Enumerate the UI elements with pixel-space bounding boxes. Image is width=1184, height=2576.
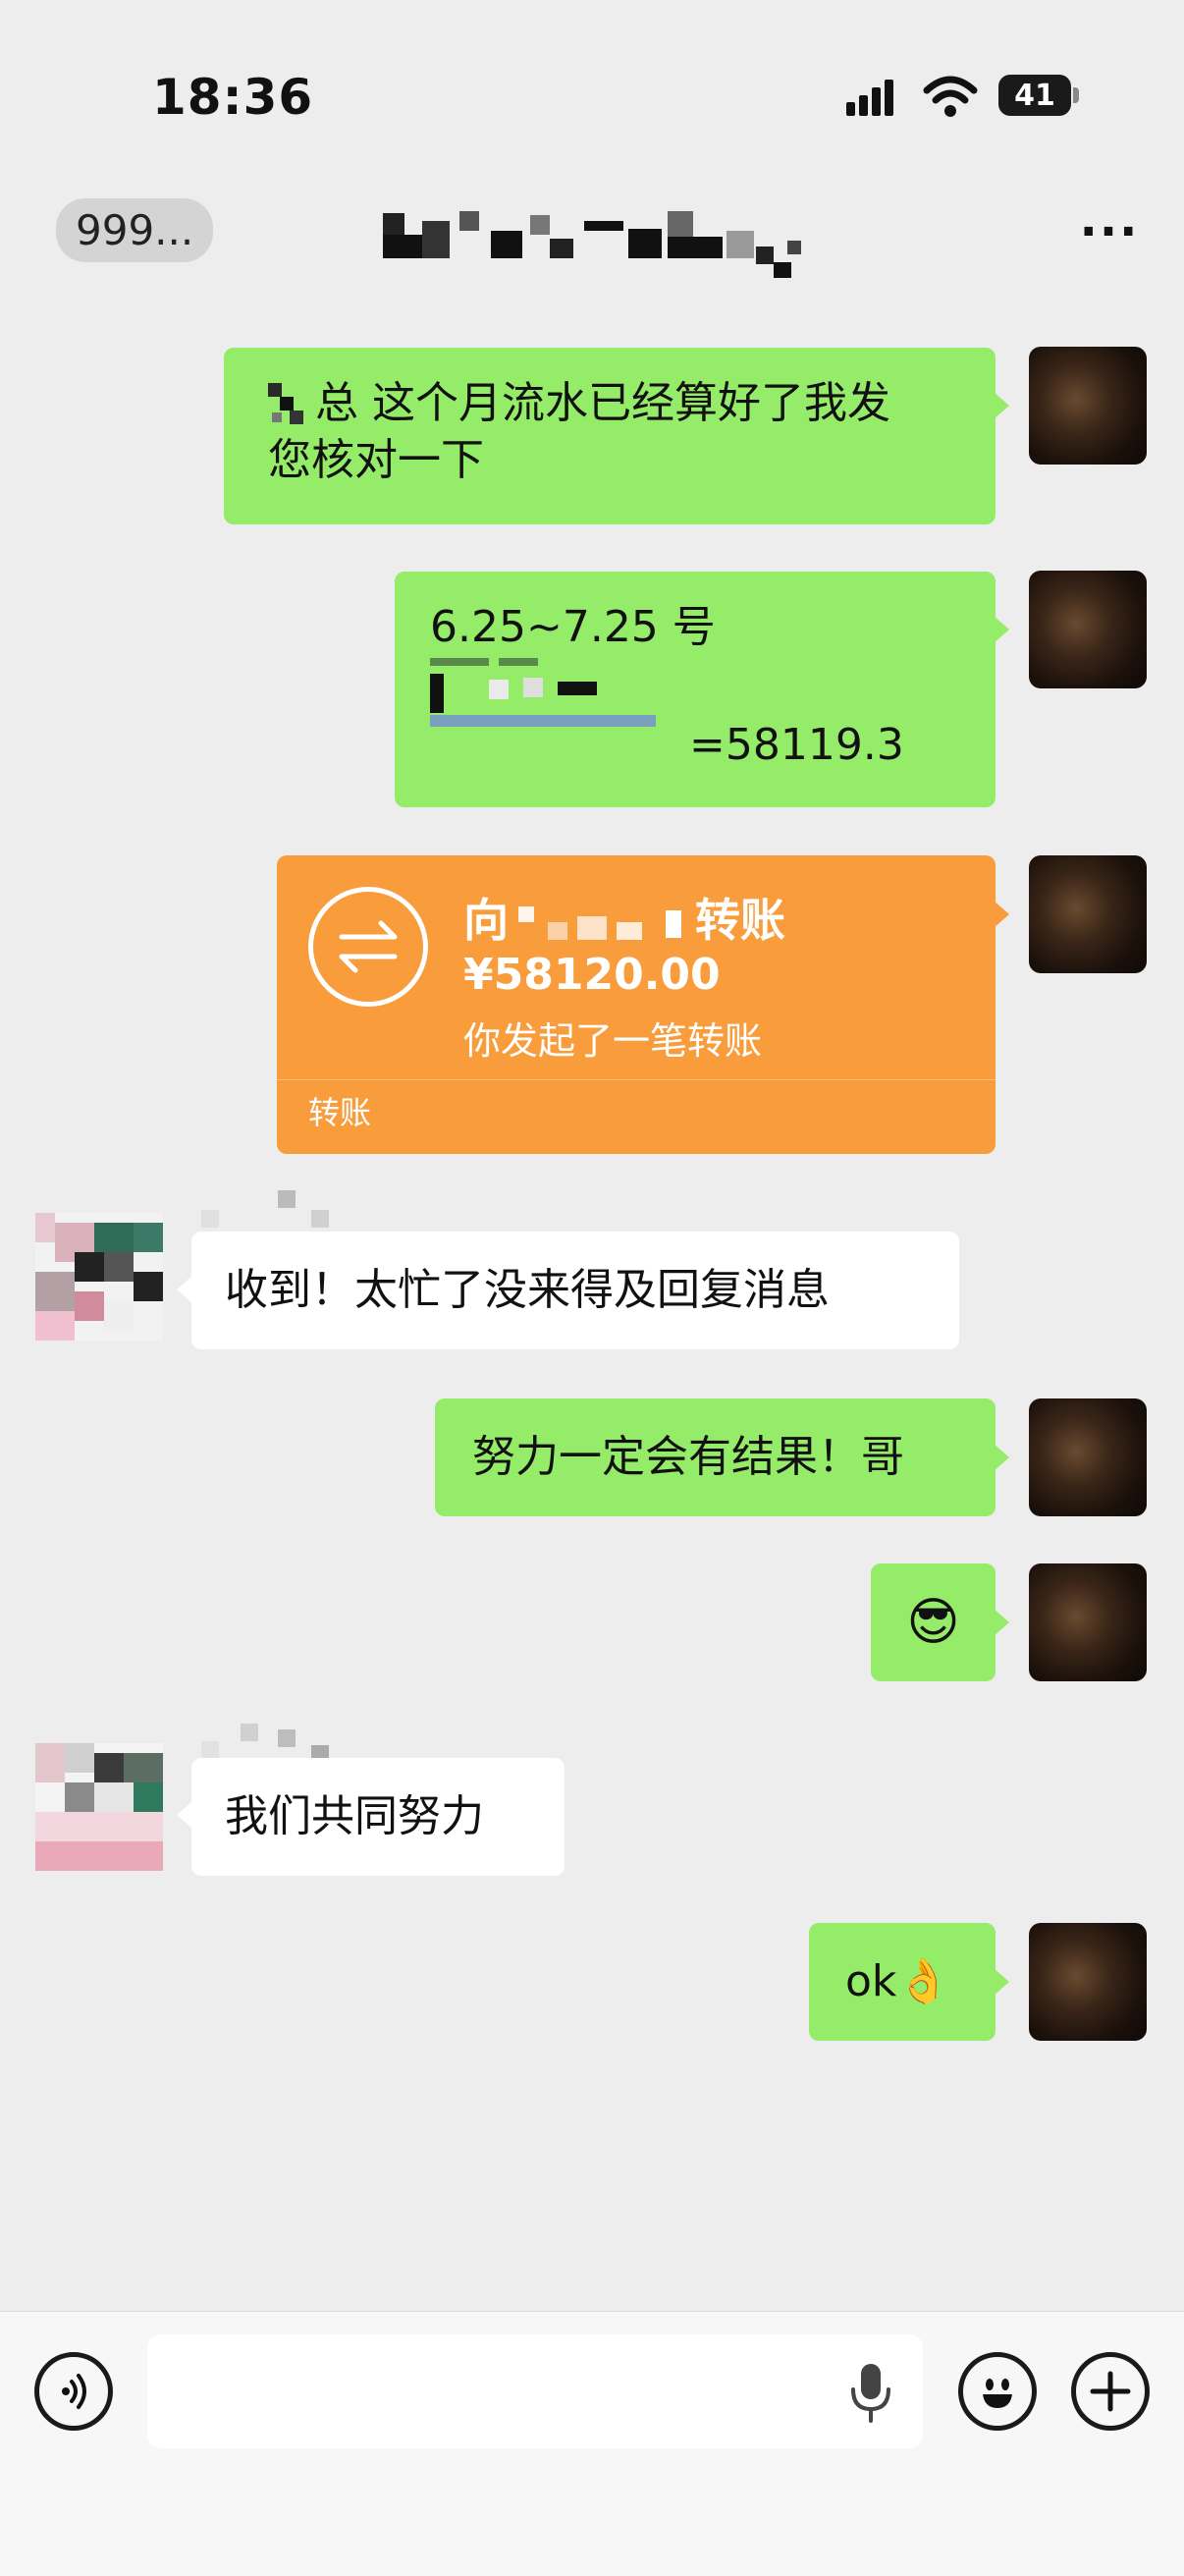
avatar-self[interactable] <box>1029 1563 1147 1681</box>
message-bubble[interactable]: 收到！太忙了没来得及回复消息 <box>191 1232 959 1349</box>
bubble-tail <box>994 616 1009 643</box>
transfer-divider <box>277 1079 996 1080</box>
emoji-button[interactable] <box>958 2352 1037 2431</box>
bubble-tail <box>994 1444 1009 1471</box>
redacted-sender-name <box>201 1190 329 1228</box>
message-line: 您核对一下 <box>268 435 484 485</box>
message-text: 收到！太忙了没来得及回复消息 <box>225 1265 830 1315</box>
bubble-tail <box>994 1968 1009 1996</box>
message-bubble[interactable]: 我们共同努力 <box>191 1758 565 1876</box>
avatar-other[interactable] <box>35 1724 163 1871</box>
battery-tip <box>1073 87 1079 103</box>
message-input[interactable] <box>147 2334 923 2448</box>
signal-icon <box>846 80 893 116</box>
plus-icon <box>1090 2371 1131 2412</box>
bubble-tail <box>994 901 1009 928</box>
message-bubble[interactable]: 😎 <box>871 1563 996 1681</box>
more-button[interactable]: ··· <box>1075 204 1144 259</box>
plus-button[interactable] <box>1071 2352 1150 2431</box>
message-line: 6.25~7.25 号 <box>430 602 716 652</box>
avatar-self[interactable] <box>1029 571 1147 688</box>
message-line: =58119.3 <box>689 720 904 770</box>
message-bubble[interactable]: 努力一定会有结果！哥 <box>435 1398 996 1516</box>
avatar-self[interactable] <box>1029 347 1147 465</box>
avatar-self[interactable] <box>1029 1923 1147 2041</box>
back-button[interactable]: 999... <box>44 194 214 265</box>
battery-icon: 41 <box>998 75 1071 116</box>
emoji-icon <box>983 2379 1012 2408</box>
bubble-tail <box>994 1609 1009 1636</box>
transfer-note: 你发起了一笔转账 <box>463 1019 763 1063</box>
message-bubble[interactable]: ok👌 <box>809 1923 996 2041</box>
redacted-text <box>430 658 656 727</box>
transfer-amount: ¥58120.00 <box>463 950 721 1000</box>
transfer-suffix: 转账 <box>695 894 785 947</box>
wifi-icon <box>923 76 978 117</box>
avatar-other[interactable] <box>35 1193 163 1341</box>
transfer-prefix: 向 <box>463 894 509 947</box>
sunglasses-emoji: 😎 <box>906 1593 960 1652</box>
message-text: 我们共同努力 <box>225 1791 484 1841</box>
voice-icon <box>62 2374 86 2409</box>
transfer-card[interactable]: 向 转账 ¥58120.00 你发起了一笔转账 转账 <box>277 855 996 1154</box>
redacted-recipient <box>518 906 681 940</box>
ok-hand-emoji: 👌 <box>896 1956 951 2006</box>
avatar-self[interactable] <box>1029 1398 1147 1516</box>
status-time: 18:36 <box>152 69 314 126</box>
message-text: ok <box>845 1956 897 2006</box>
more-icon: ··· <box>1079 204 1140 259</box>
avatar-self[interactable] <box>1029 855 1147 973</box>
bubble-tail <box>994 392 1009 419</box>
message-text: 努力一定会有结果！哥 <box>472 1432 904 1482</box>
message-bubble[interactable]: 总 这个月流水已经算好了我发 您核对一下 <box>224 348 996 524</box>
redacted-name <box>268 383 303 424</box>
battery-level: 41 <box>1014 78 1055 113</box>
message-bubble[interactable]: 6.25~7.25 号 =58119.3 <box>395 572 996 807</box>
voice-button[interactable] <box>34 2352 113 2431</box>
transfer-footer: 转账 <box>308 1094 372 1131</box>
redacted-sender-name <box>201 1724 329 1763</box>
mic-icon[interactable] <box>847 2362 894 2425</box>
chat-title-redacted <box>383 211 801 278</box>
bubble-tail <box>177 1276 192 1303</box>
transfer-icon <box>308 887 428 1007</box>
message-line: 总 这个月流水已经算好了我发 <box>315 378 890 428</box>
bubble-tail <box>177 1801 192 1829</box>
unread-count-pill: 999... <box>56 197 214 262</box>
